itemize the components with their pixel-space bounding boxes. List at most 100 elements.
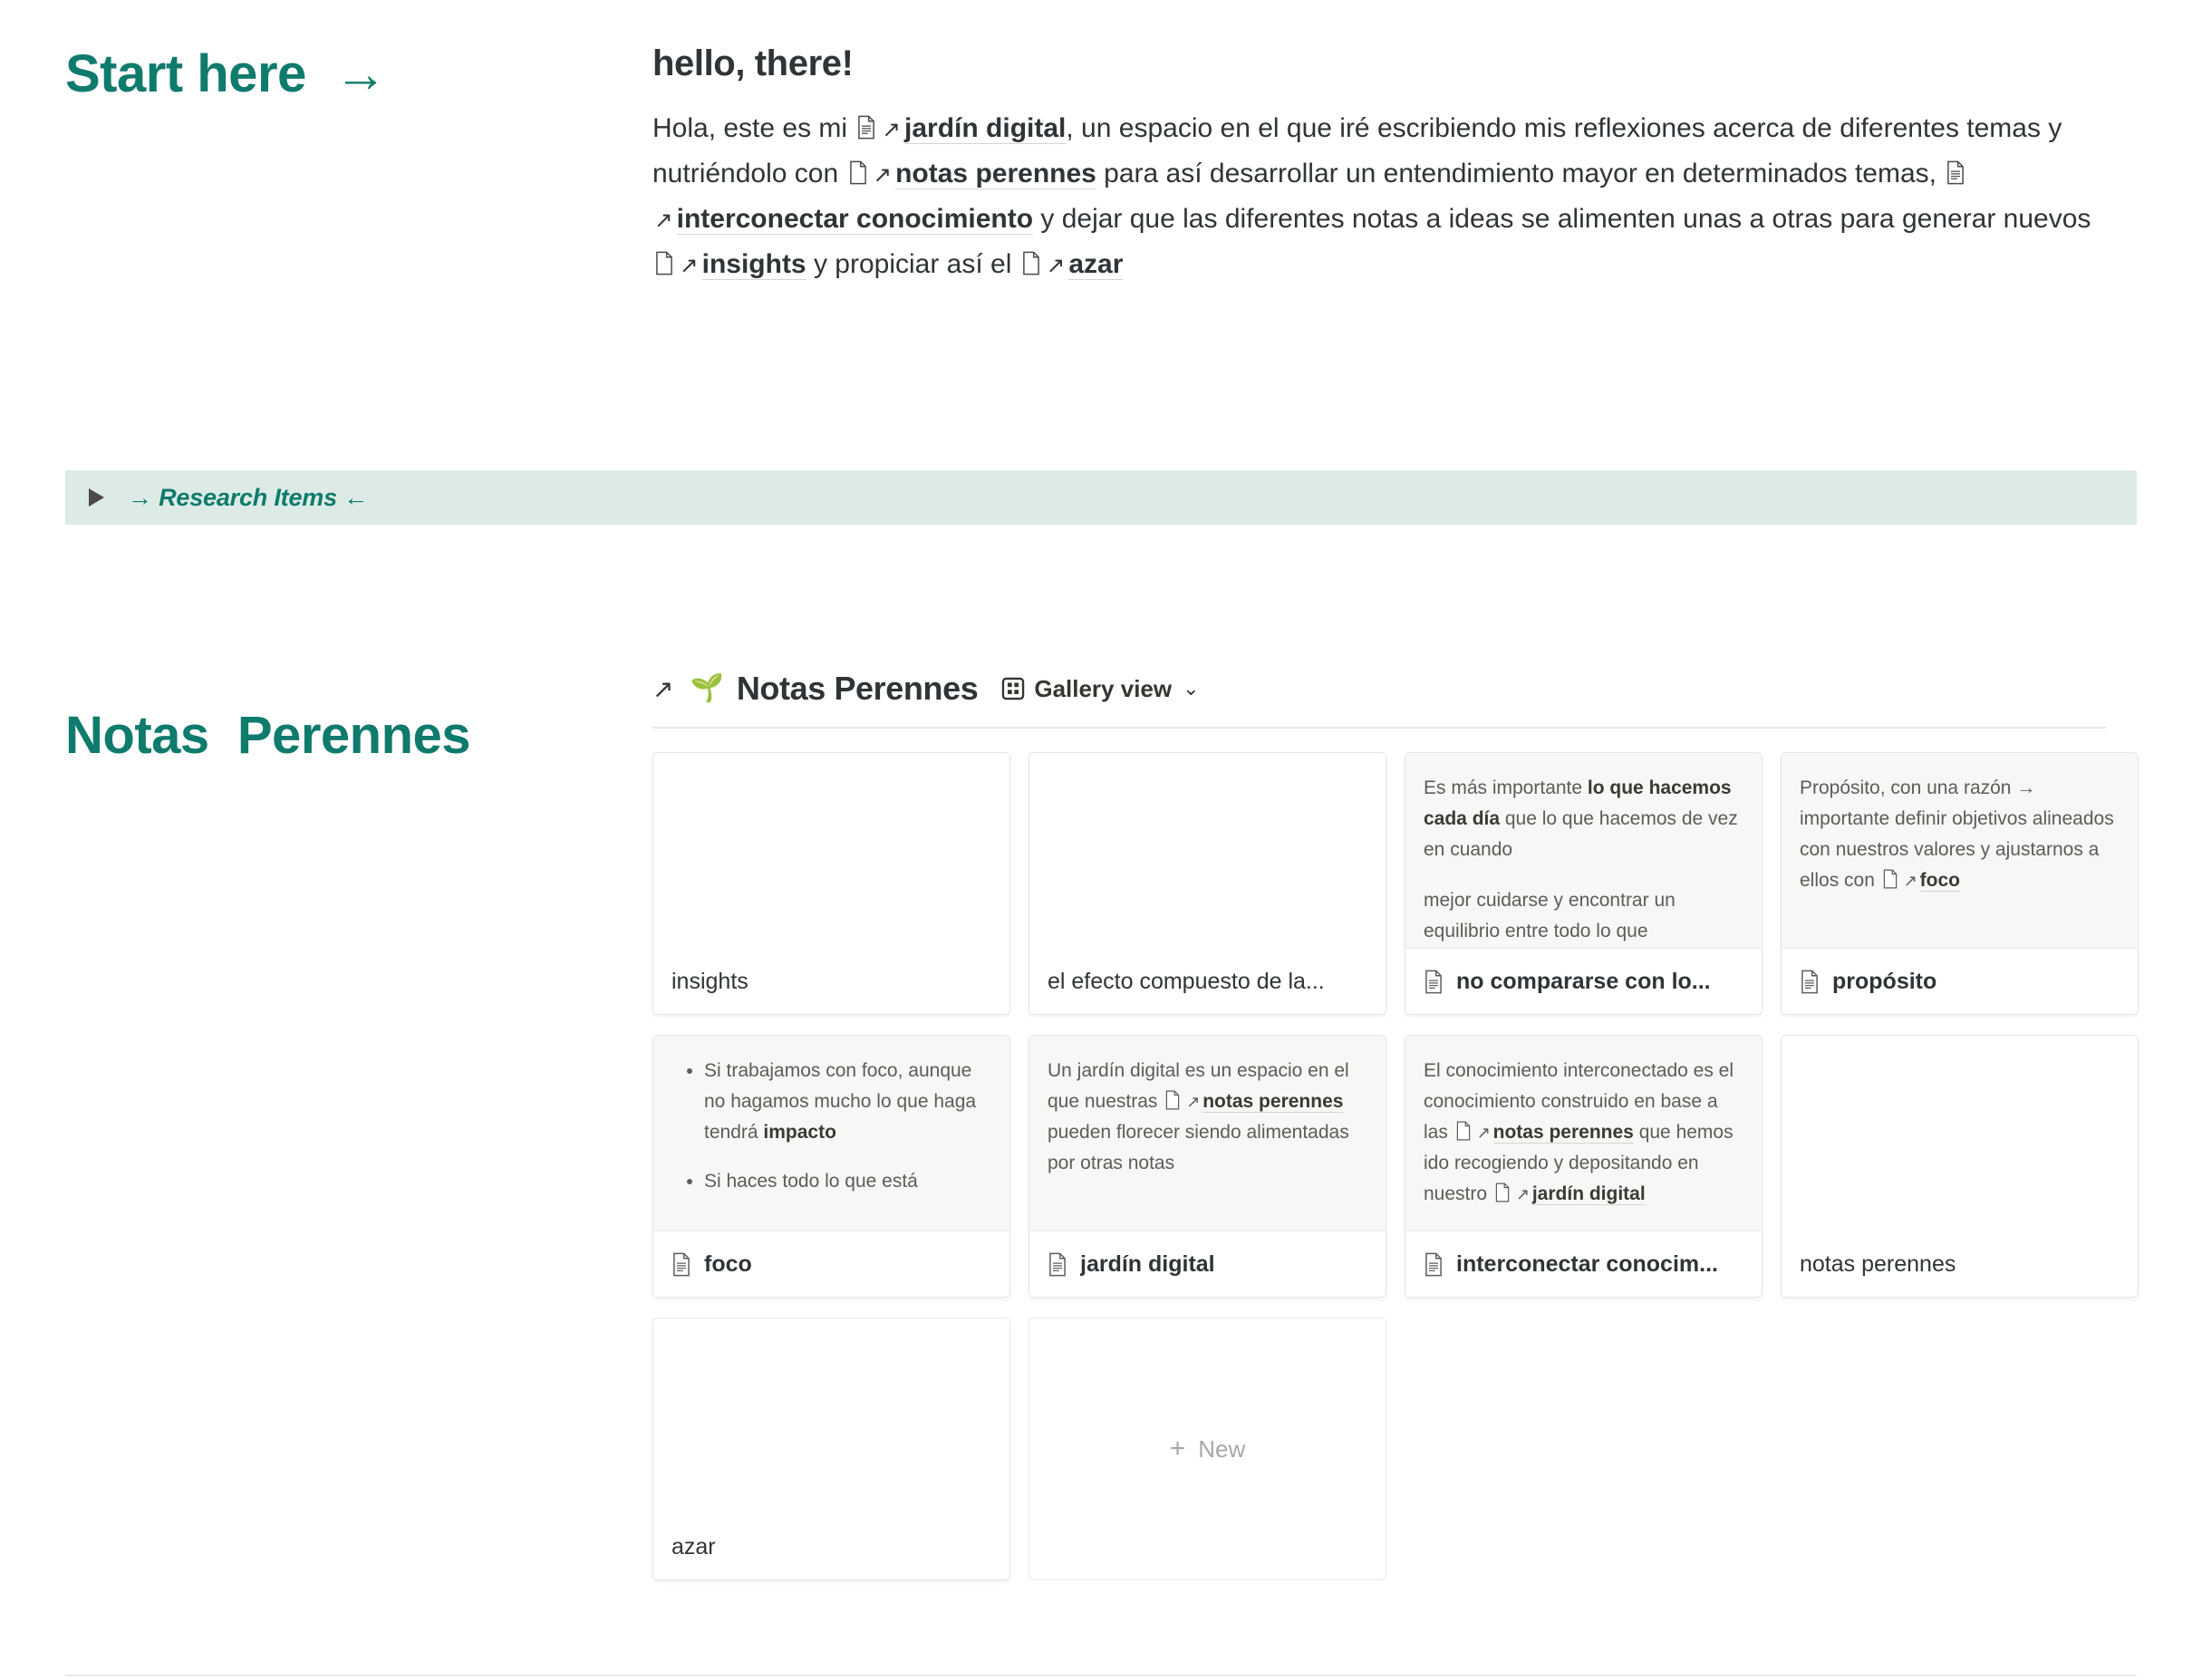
intro-text-seg1: Hola, este es mi	[652, 113, 855, 143]
card-title: propósito	[1832, 968, 1937, 994]
card-title-row[interactable]: jardín digital	[1029, 1231, 1386, 1297]
gallery-card[interactable]: Un jardín digital es un espacio en el qu…	[1029, 1035, 1386, 1298]
card-preview-bullet-item: Si haces todo lo que está	[704, 1166, 991, 1197]
card-preview-paragraph: Un jardín digital es un espacio en el qu…	[1048, 1056, 1367, 1179]
open-external-arrow-icon[interactable]: ↗	[652, 674, 673, 704]
card-inline-link[interactable]: jardín digital	[1531, 1183, 1646, 1205]
triangle-right-icon[interactable]	[89, 488, 104, 507]
card-preview-bullet-item: Si trabajamos con foco, aunque no hagamo…	[704, 1056, 991, 1148]
gallery-left-column: Notas Perennes	[0, 661, 652, 766]
notas-perennes-heading: Notas Perennes	[65, 706, 471, 765]
arrow-ne-icon: ↗	[1515, 1185, 1530, 1203]
gallery-card[interactable]: insights	[652, 752, 1010, 1015]
arrow-ne-icon: ↗	[1186, 1093, 1201, 1111]
new-card-button[interactable]: + New	[1029, 1318, 1386, 1580]
card-title-row[interactable]: azar	[653, 1514, 1009, 1579]
page-blank-icon	[1021, 246, 1041, 275]
intro-left-column: Start here →	[0, 0, 652, 104]
card-preview-bullets: Si trabajamos con foco, aunque no hagamo…	[671, 1056, 991, 1197]
gallery-card[interactable]: Es más importante lo que hacemos cada dí…	[1405, 752, 1763, 1015]
page-lined-icon	[1800, 970, 1820, 994]
arrow-ne-icon: ↗	[1046, 254, 1066, 278]
page-lined-icon	[1424, 970, 1444, 994]
plus-icon: +	[1169, 1434, 1186, 1463]
card-preview: Es más importante lo que hacemos cada dí…	[1405, 753, 1762, 949]
gallery-right-column: ↗ 🌱 Notas Perennes Gallery view ⌄ insigh…	[652, 661, 2202, 1580]
intro-section: Start here → hello, there! Hola, este es…	[0, 0, 2202, 288]
intro-text-seg5: y propiciar así el	[806, 249, 1019, 279]
card-preview	[653, 753, 1009, 949]
page-lined-icon	[856, 110, 876, 140]
arrow-ne-icon: ↗	[1476, 1124, 1491, 1142]
card-title: foco	[704, 1250, 752, 1277]
card-preview: Un jardín digital es un espacio en el qu…	[1029, 1036, 1386, 1231]
card-title-row[interactable]: el efecto compuesto de la...	[1029, 949, 1386, 1014]
page-lined-icon	[1048, 1252, 1067, 1277]
card-preview	[1782, 1036, 2138, 1231]
arrow-ne-icon: ↗	[680, 254, 699, 278]
page-lined-icon	[1946, 155, 1965, 185]
card-title: el efecto compuesto de la...	[1048, 968, 1325, 994]
bottom-divider	[65, 1675, 2137, 1676]
page-blank-icon	[1455, 1120, 1472, 1141]
card-title: jardín digital	[1080, 1250, 1215, 1277]
gallery-card[interactable]: el efecto compuesto de la...	[1029, 752, 1386, 1015]
card-title: azar	[671, 1533, 716, 1559]
intro-paragraph: Hola, este es mi ↗ jardín digital, un esp…	[652, 107, 2102, 288]
intro-text-seg4: y dejar que las diferentes notas a ideas…	[1033, 204, 2091, 234]
card-title-row[interactable]: notas perennes	[1782, 1231, 2138, 1297]
intro-text-seg3: para así desarrollar un entendimiento ma…	[1096, 159, 1945, 188]
card-text: Si trabajamos con foco, aunque no hagamo…	[704, 1060, 977, 1143]
seedling-emoji-icon: 🌱	[690, 673, 724, 703]
notion-page: Start here → hello, there! Hola, este es…	[0, 0, 2202, 1680]
card-inline-link[interactable]: notas perennes	[1492, 1122, 1634, 1144]
gallery-section: Notas Perennes ↗ 🌱 Notas Perennes Galler…	[0, 661, 2202, 1580]
inline-link-jardin-digital[interactable]: jardín digital	[904, 113, 1067, 144]
card-inline-link[interactable]: foco	[1919, 870, 1960, 892]
card-preview-paragraph: Propósito, con una razón → importante de…	[1800, 773, 2120, 896]
arrow-ne-icon: ↗	[654, 208, 673, 233]
inline-link-interconectar-conocimiento[interactable]: interconectar conocimiento	[676, 204, 1034, 235]
card-preview-paragraph: Es más importante lo que hacemos cada dí…	[1424, 773, 1743, 865]
page-lined-icon	[1424, 1252, 1444, 1277]
card-text: Es más importante	[1424, 777, 1588, 798]
card-title-row[interactable]: insights	[653, 949, 1009, 1014]
gallery-cards-grid: insights el efecto compuesto de la... Es m…	[652, 752, 2139, 1580]
chevron-down-icon[interactable]: ⌄	[1183, 677, 1199, 700]
card-preview-paragraph: mejor cuidarse y encontrar un equilibrio…	[1424, 885, 1743, 947]
card-text: mejor cuidarse y encontrar un equilibrio…	[1424, 890, 1676, 941]
page-blank-icon	[848, 155, 868, 185]
inline-link-azar[interactable]: azar	[1068, 249, 1124, 280]
card-title-row[interactable]: propósito	[1782, 949, 2138, 1014]
research-items-label: → Research Items ←	[128, 483, 369, 511]
arrow-ne-icon: ↗	[873, 163, 893, 188]
card-title-row[interactable]: interconectar conocim...	[1405, 1231, 1762, 1297]
gallery-card[interactable]: notas perennes	[1781, 1035, 2139, 1298]
card-title: interconectar conocim...	[1456, 1250, 1718, 1277]
page-blank-icon	[1164, 1089, 1181, 1110]
card-title-row[interactable]: foco	[653, 1231, 1009, 1297]
gallery-view-label: Gallery view	[1034, 674, 1173, 702]
card-inline-link[interactable]: notas perennes	[1202, 1091, 1344, 1113]
card-text: pueden florecer siendo alimentadas por o…	[1048, 1122, 1349, 1173]
gallery-view-selector[interactable]: Gallery view ⌄	[1001, 674, 1200, 703]
arrow-ne-icon: ↗	[882, 118, 902, 142]
new-card-label: New	[1198, 1434, 1246, 1463]
gallery-card[interactable]: azar	[652, 1318, 1010, 1580]
page-blank-icon	[1494, 1182, 1511, 1202]
gallery-card[interactable]: Si trabajamos con foco, aunque no hagamo…	[652, 1035, 1010, 1298]
card-preview: Propósito, con una razón → importante de…	[1782, 753, 2138, 949]
intro-right-column: hello, there! Hola, este es mi ↗ jardín d…	[652, 0, 2202, 288]
page-blank-icon	[654, 246, 674, 275]
inline-link-notas-perennes[interactable]: notas perennes	[895, 159, 1096, 189]
gallery-card[interactable]: El conocimiento interconectado es el con…	[1405, 1035, 1763, 1298]
emphasis-text: impacto	[763, 1122, 836, 1143]
card-title: no compararse con lo...	[1456, 968, 1711, 994]
arrow-ne-icon: ↗	[1903, 872, 1917, 890]
inline-link-insights[interactable]: insights	[701, 249, 806, 280]
database-title[interactable]: Notas Perennes	[737, 670, 979, 708]
card-title-row[interactable]: no compararse con lo...	[1405, 949, 1762, 1014]
research-items-toggle[interactable]: → Research Items ←	[65, 470, 2137, 525]
page-title: hello, there!	[652, 43, 854, 83]
gallery-card[interactable]: Propósito, con una razón → importante de…	[1781, 752, 2139, 1015]
